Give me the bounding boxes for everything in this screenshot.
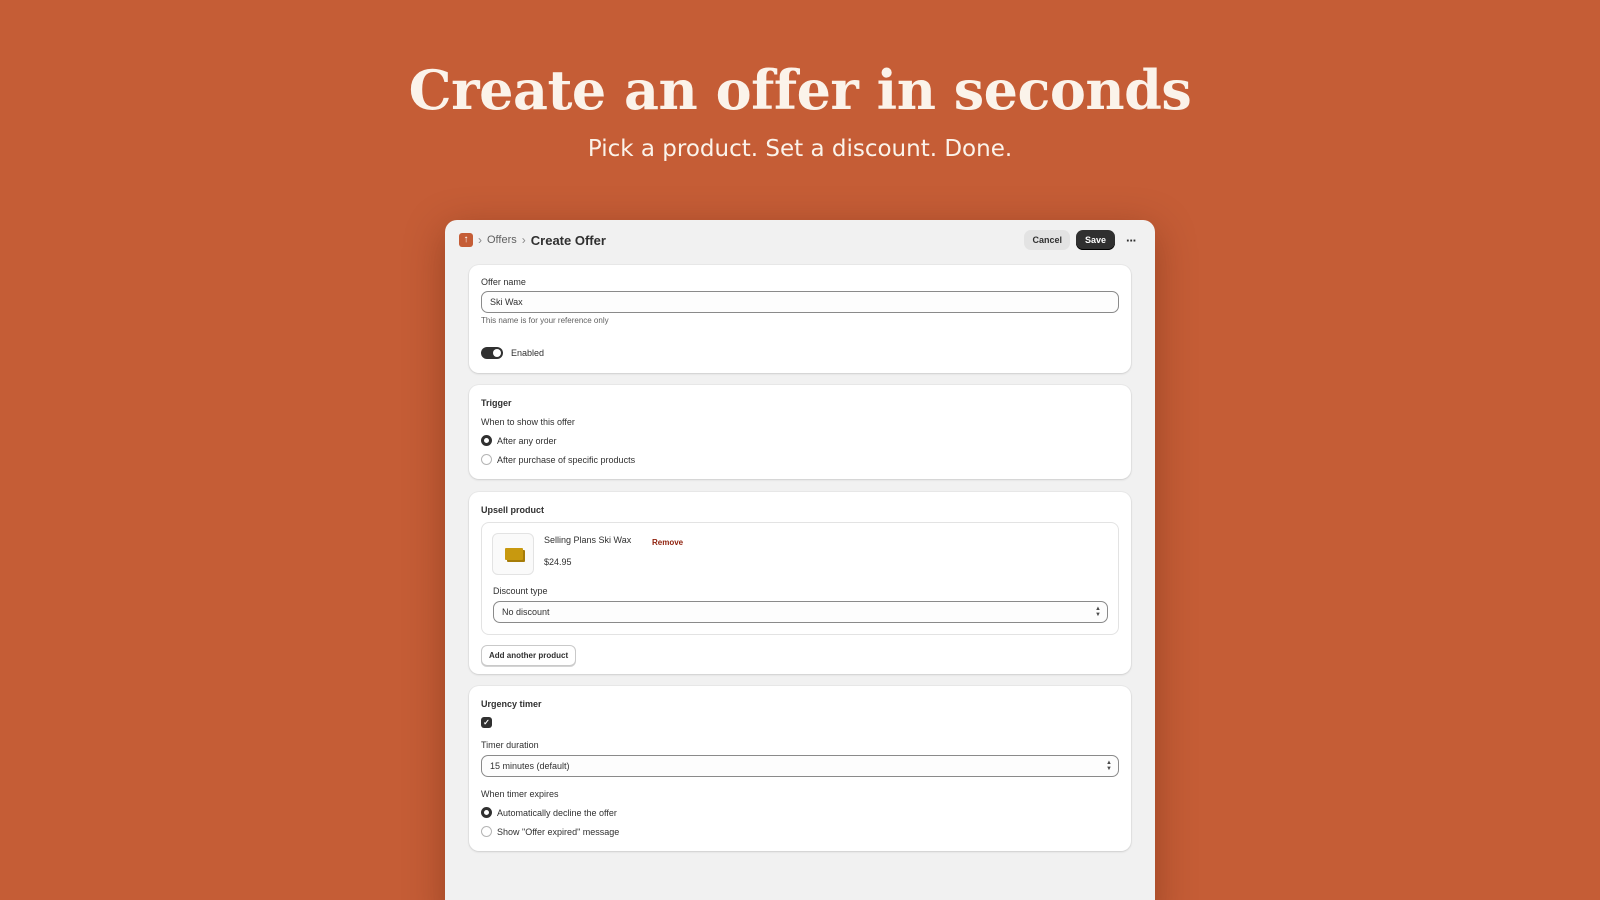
timer-expires-label: When timer expires xyxy=(481,789,559,799)
toggle-knob xyxy=(493,349,501,357)
offer-name-help: This name is for your reference only xyxy=(481,316,609,325)
topbar-actions: Cancel Save ··· xyxy=(1024,230,1141,250)
radio-label-auto-decline[interactable]: Automatically decline the offer xyxy=(497,808,617,818)
trigger-heading: Trigger xyxy=(481,398,512,408)
trigger-card: Trigger When to show this offer After an… xyxy=(469,385,1131,479)
product-price: $24.95 xyxy=(544,557,572,567)
discount-type-value: No discount xyxy=(502,607,550,617)
discount-type-label: Discount type xyxy=(493,586,548,596)
product-item: Selling Plans Ski Wax $24.95 Remove Disc… xyxy=(481,522,1119,635)
radio-label-after-any-order[interactable]: After any order xyxy=(497,436,557,446)
remove-product-link[interactable]: Remove xyxy=(652,538,683,547)
radio-label-show-expired-message[interactable]: Show "Offer expired" message xyxy=(497,827,619,837)
radio-after-specific-products[interactable] xyxy=(481,454,492,465)
timer-duration-label: Timer duration xyxy=(481,740,539,750)
ellipsis-icon[interactable]: ··· xyxy=(1121,233,1141,248)
chevron-right-icon: › xyxy=(521,233,526,247)
trigger-question: When to show this offer xyxy=(481,417,575,427)
product-name: Selling Plans Ski Wax xyxy=(544,535,632,545)
urgency-timer-checkbox[interactable]: ✓ xyxy=(481,717,492,728)
radio-label-after-specific-products[interactable]: After purchase of specific products xyxy=(497,455,635,465)
radio-after-any-order[interactable] xyxy=(481,435,492,446)
select-chevron-icon: ▲ ▼ xyxy=(1106,760,1112,772)
chevron-right-icon: › xyxy=(478,233,482,247)
radio-show-expired-message[interactable] xyxy=(481,826,492,837)
page-title: Create Offer xyxy=(530,232,606,248)
urgency-heading: Urgency timer xyxy=(481,699,542,709)
breadcrumb-offers[interactable]: Offers xyxy=(487,234,517,246)
product-thumbnail xyxy=(492,533,534,575)
timer-duration-value: 15 minutes (default) xyxy=(490,761,570,771)
enabled-label: Enabled xyxy=(511,348,545,358)
hero-subtitle: Pick a product. Set a discount. Done. xyxy=(587,136,1013,162)
select-chevron-icon: ▲ ▼ xyxy=(1095,606,1101,618)
cancel-button[interactable]: Cancel xyxy=(1024,230,1070,250)
urgency-timer-card: Urgency timer ✓ Timer duration 15 minute… xyxy=(469,686,1131,851)
upsell-product-card: Upsell product Selling Plans Ski Wax $24… xyxy=(469,492,1131,674)
offer-name-card: Offer name Ski Wax This name is for your… xyxy=(469,265,1131,373)
ski-wax-image xyxy=(505,548,523,560)
offer-name-label: Offer name xyxy=(481,277,526,287)
offer-name-input[interactable]: Ski Wax xyxy=(481,291,1119,313)
upload-arrow-icon[interactable]: ↑ xyxy=(459,233,473,247)
hero-title: Create an offer in seconds xyxy=(408,58,1192,122)
upsell-heading: Upsell product xyxy=(481,505,545,515)
app-window: ↑ › Offers › Create Offer Cancel Save ··… xyxy=(445,220,1155,900)
radio-auto-decline[interactable] xyxy=(481,807,492,818)
enabled-toggle[interactable] xyxy=(481,347,503,359)
timer-duration-select[interactable]: 15 minutes (default) ▲ ▼ xyxy=(481,755,1119,777)
add-another-product-button[interactable]: Add another product xyxy=(481,645,577,666)
discount-type-select[interactable]: No discount ▲ ▼ xyxy=(493,601,1108,623)
save-button[interactable]: Save xyxy=(1075,230,1115,250)
top-bar: ↑ › Offers › Create Offer Cancel Save ··… xyxy=(445,220,1155,260)
